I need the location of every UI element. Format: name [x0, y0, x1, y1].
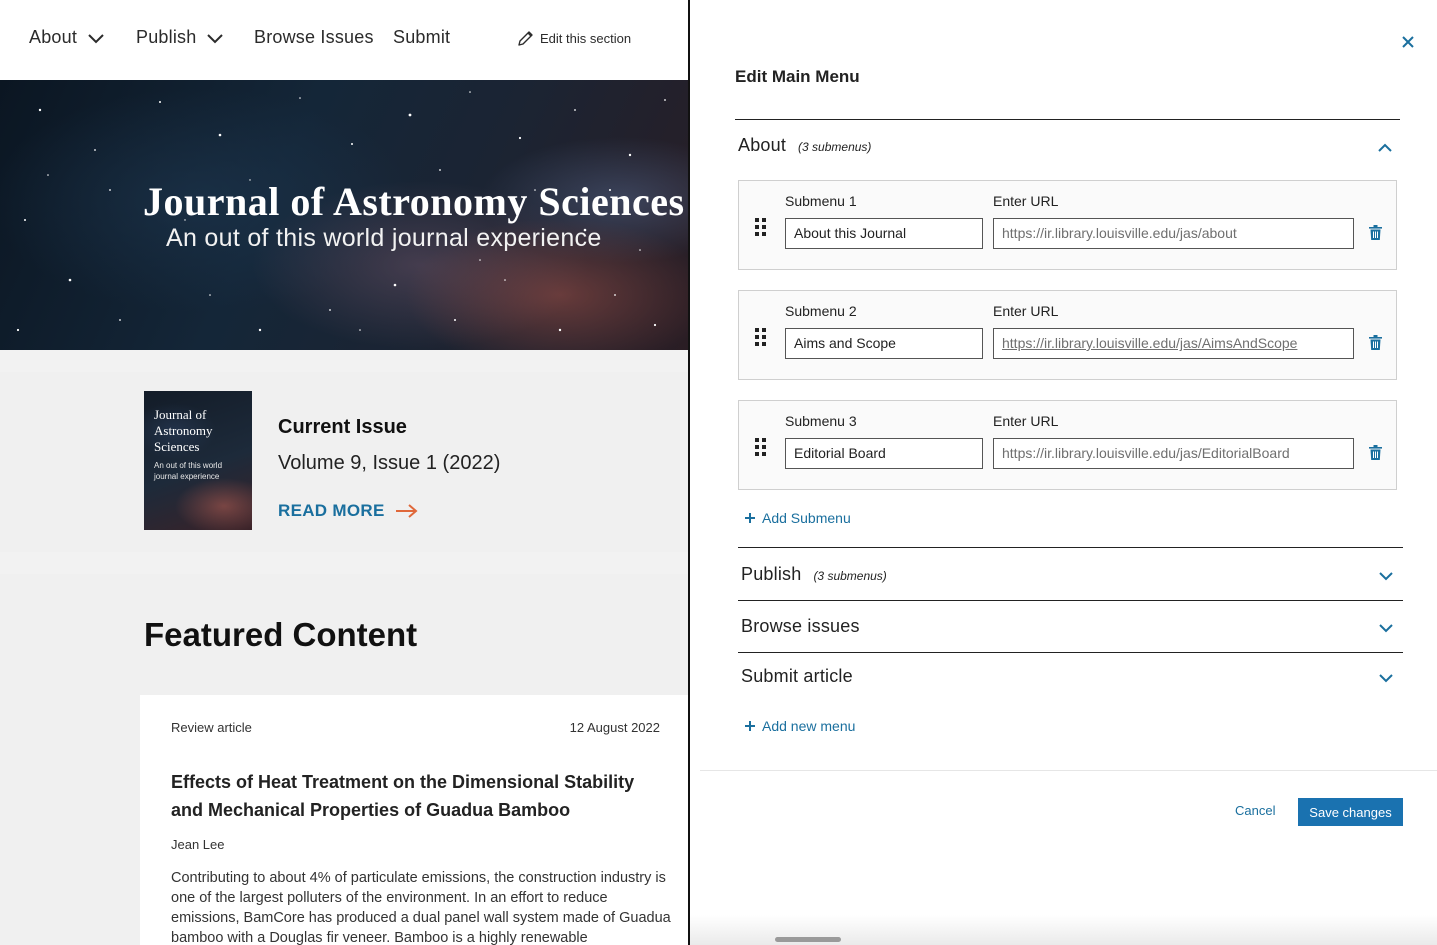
hero-banner: Journal of Astronomy Sciences An out of …	[0, 80, 688, 350]
add-submenu-button[interactable]: Add Submenu	[744, 510, 851, 526]
edit-section-link[interactable]: Edit this section	[517, 30, 631, 47]
submenu-label: Submenu 3	[785, 413, 857, 429]
nav-about-label: About	[29, 27, 78, 47]
submenu-count: (3 submenus)	[813, 569, 887, 583]
cancel-button[interactable]: Cancel	[1235, 803, 1275, 818]
edit-section-label: Edit this section	[540, 31, 632, 46]
submenu-card-2: Submenu 2 Enter URL Aims and Scope https…	[738, 290, 1397, 380]
submenu-card-3: Submenu 3 Enter URL Editorial Board http…	[738, 400, 1397, 490]
drag-handle-icon[interactable]	[755, 218, 767, 236]
divider	[738, 600, 1403, 601]
url-label: Enter URL	[993, 303, 1059, 319]
trash-icon[interactable]	[1369, 335, 1382, 350]
scroll-indicator[interactable]	[775, 937, 841, 942]
submenu-url-input[interactable]: https://ir.library.louisville.edu/jas/Ai…	[993, 328, 1354, 359]
current-issue-heading: Current Issue	[278, 416, 407, 438]
menu-name: Publish	[741, 564, 802, 584]
featured-content-section: Featured Content Review article 12 Augus…	[0, 574, 688, 945]
nav-submit-label: Submit	[393, 27, 451, 47]
add-new-menu-label: Add new menu	[762, 718, 856, 734]
url-label: Enter URL	[993, 193, 1059, 209]
article-type: Review article	[171, 720, 252, 735]
issue-cover-image[interactable]: Journal of Astronomy Sciences An out of …	[144, 391, 252, 530]
article-date: 12 August 2022	[569, 720, 660, 735]
site-preview: About Publish Browse Issues Submit Edit …	[0, 0, 688, 945]
plus-icon	[745, 513, 755, 523]
hero-title: Journal of Astronomy Sciences	[143, 179, 685, 224]
edit-main-menu-panel: Edit Main Menu About (3 submenus) Submen…	[690, 0, 1437, 945]
nav-browse-issues[interactable]: Browse Issues	[254, 27, 374, 48]
article-title[interactable]: Effects of Heat Treatment on the Dimensi…	[171, 768, 671, 824]
submenu-url-input[interactable]: https://ir.library.louisville.edu/jas/Ed…	[993, 438, 1354, 469]
divider	[738, 547, 1403, 548]
divider	[735, 119, 1400, 120]
current-issue-section: Journal of Astronomy Sciences An out of …	[0, 372, 688, 552]
chevron-down-icon	[88, 33, 104, 43]
cover-subtitle: An out of this world journal experience	[154, 461, 223, 481]
chevron-down-icon[interactable]	[1378, 571, 1394, 581]
nav-publish[interactable]: Publish	[136, 27, 224, 48]
menu-header-publish[interactable]: Publish (3 submenus)	[741, 564, 887, 585]
url-label: Enter URL	[993, 413, 1059, 429]
trash-icon[interactable]	[1369, 225, 1382, 240]
plus-icon	[745, 721, 755, 731]
chevron-down-icon	[207, 33, 224, 43]
add-new-menu-button[interactable]: Add new menu	[744, 718, 855, 734]
divider	[700, 770, 1437, 771]
cover-title: Journal of Astronomy Sciences	[154, 407, 213, 454]
arrow-right-icon	[395, 504, 418, 518]
submenu-name-input[interactable]: About this Journal	[785, 218, 983, 249]
submenu-count: (3 submenus)	[798, 140, 872, 154]
hero-subtitle: An out of this world journal experience	[166, 224, 602, 252]
submenu-url-input[interactable]: https://ir.library.louisville.edu/jas/ab…	[993, 218, 1354, 249]
chevron-up-icon[interactable]	[1377, 143, 1393, 153]
article-card[interactable]: Review article 12 August 2022 Effects of…	[140, 695, 688, 945]
submenu-card-1: Submenu 1 Enter URL About this Journal h…	[738, 180, 1397, 270]
submenu-label: Submenu 1	[785, 193, 857, 209]
save-changes-button[interactable]: Save changes	[1298, 798, 1403, 826]
menu-name: About	[738, 135, 787, 155]
panel-title: Edit Main Menu	[735, 67, 860, 86]
read-more-link[interactable]: READ MORE	[278, 501, 419, 521]
nav-publish-label: Publish	[136, 27, 197, 47]
drag-handle-icon[interactable]	[755, 328, 767, 346]
site-nav: About Publish Browse Issues Submit Edit …	[0, 0, 688, 80]
trash-icon[interactable]	[1369, 445, 1382, 460]
close-icon[interactable]	[1399, 33, 1417, 51]
featured-content-heading: Featured Content	[144, 616, 418, 653]
menu-header-submit-article[interactable]: Submit article	[741, 666, 853, 687]
add-submenu-label: Add Submenu	[762, 510, 851, 526]
menu-name: Submit article	[741, 666, 853, 686]
article-abstract: Contributing to about 4% of particulate …	[171, 870, 671, 945]
menu-name: Browse issues	[741, 616, 860, 636]
article-author: Jean Lee	[171, 837, 225, 852]
divider	[738, 652, 1403, 653]
drag-handle-icon[interactable]	[755, 438, 767, 456]
chevron-down-icon[interactable]	[1378, 673, 1394, 683]
menu-header-browse-issues[interactable]: Browse issues	[741, 616, 860, 637]
pencil-icon	[518, 31, 533, 46]
submenu-name-input[interactable]: Aims and Scope	[785, 328, 983, 359]
nav-submit[interactable]: Submit	[393, 27, 450, 48]
nav-about[interactable]: About	[29, 27, 105, 48]
nav-browse-label: Browse Issues	[254, 27, 374, 47]
read-more-label: READ MORE	[278, 501, 385, 520]
current-issue-volume: Volume 9, Issue 1 (2022)	[278, 452, 501, 474]
submenu-label: Submenu 2	[785, 303, 857, 319]
chevron-down-icon[interactable]	[1378, 623, 1394, 633]
submenu-name-input[interactable]: Editorial Board	[785, 438, 983, 469]
menu-header-about[interactable]: About (3 submenus)	[738, 135, 871, 156]
